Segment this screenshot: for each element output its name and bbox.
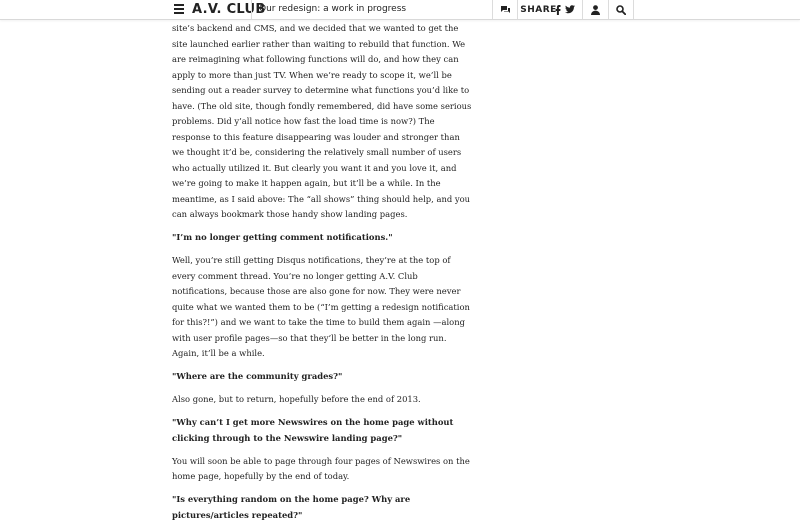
share-label-container: SHARE <box>520 0 556 19</box>
twitter-share-button[interactable] <box>564 0 576 19</box>
header-divider <box>251 0 252 19</box>
account-button[interactable] <box>583 0 608 19</box>
article-title: Our redesign: a work in progress <box>259 4 407 14</box>
article-paragraph: Well, you’re still getting Disqus notifi… <box>172 255 470 358</box>
article-paragraph: You will soon be able to page through fo… <box>172 455 470 482</box>
search-icon <box>616 4 626 15</box>
header-divider <box>633 0 634 19</box>
comments-icon <box>500 5 510 13</box>
article-paragraph: site’s backend and CMS, and we decided t… <box>172 23 472 219</box>
header-divider <box>517 0 518 19</box>
facebook-share-button[interactable] <box>553 0 563 19</box>
article-question: "Is everything random on the home page? … <box>172 494 411 520</box>
top-navigation-bar: A.V. CLUB Our redesign: a work in progre… <box>0 0 800 20</box>
facebook-icon <box>555 4 561 15</box>
menu-icon[interactable] <box>174 4 184 14</box>
user-icon <box>591 4 600 15</box>
share-label: SHARE <box>520 4 557 15</box>
article-question: "Where are the community grades?" <box>172 371 343 381</box>
article-question: "Why can’t I get more Newswires on the h… <box>172 417 454 443</box>
article-body: site’s backend and CMS, and we decided t… <box>172 21 474 531</box>
article-question: "I’m no longer getting comment notificat… <box>172 232 393 242</box>
search-button[interactable] <box>609 0 633 19</box>
article-paragraph: Also gone, but to return, hopefully befo… <box>172 394 421 404</box>
twitter-icon <box>565 5 575 14</box>
site-logo[interactable]: A.V. CLUB <box>192 1 266 18</box>
comments-button[interactable] <box>493 0 517 19</box>
